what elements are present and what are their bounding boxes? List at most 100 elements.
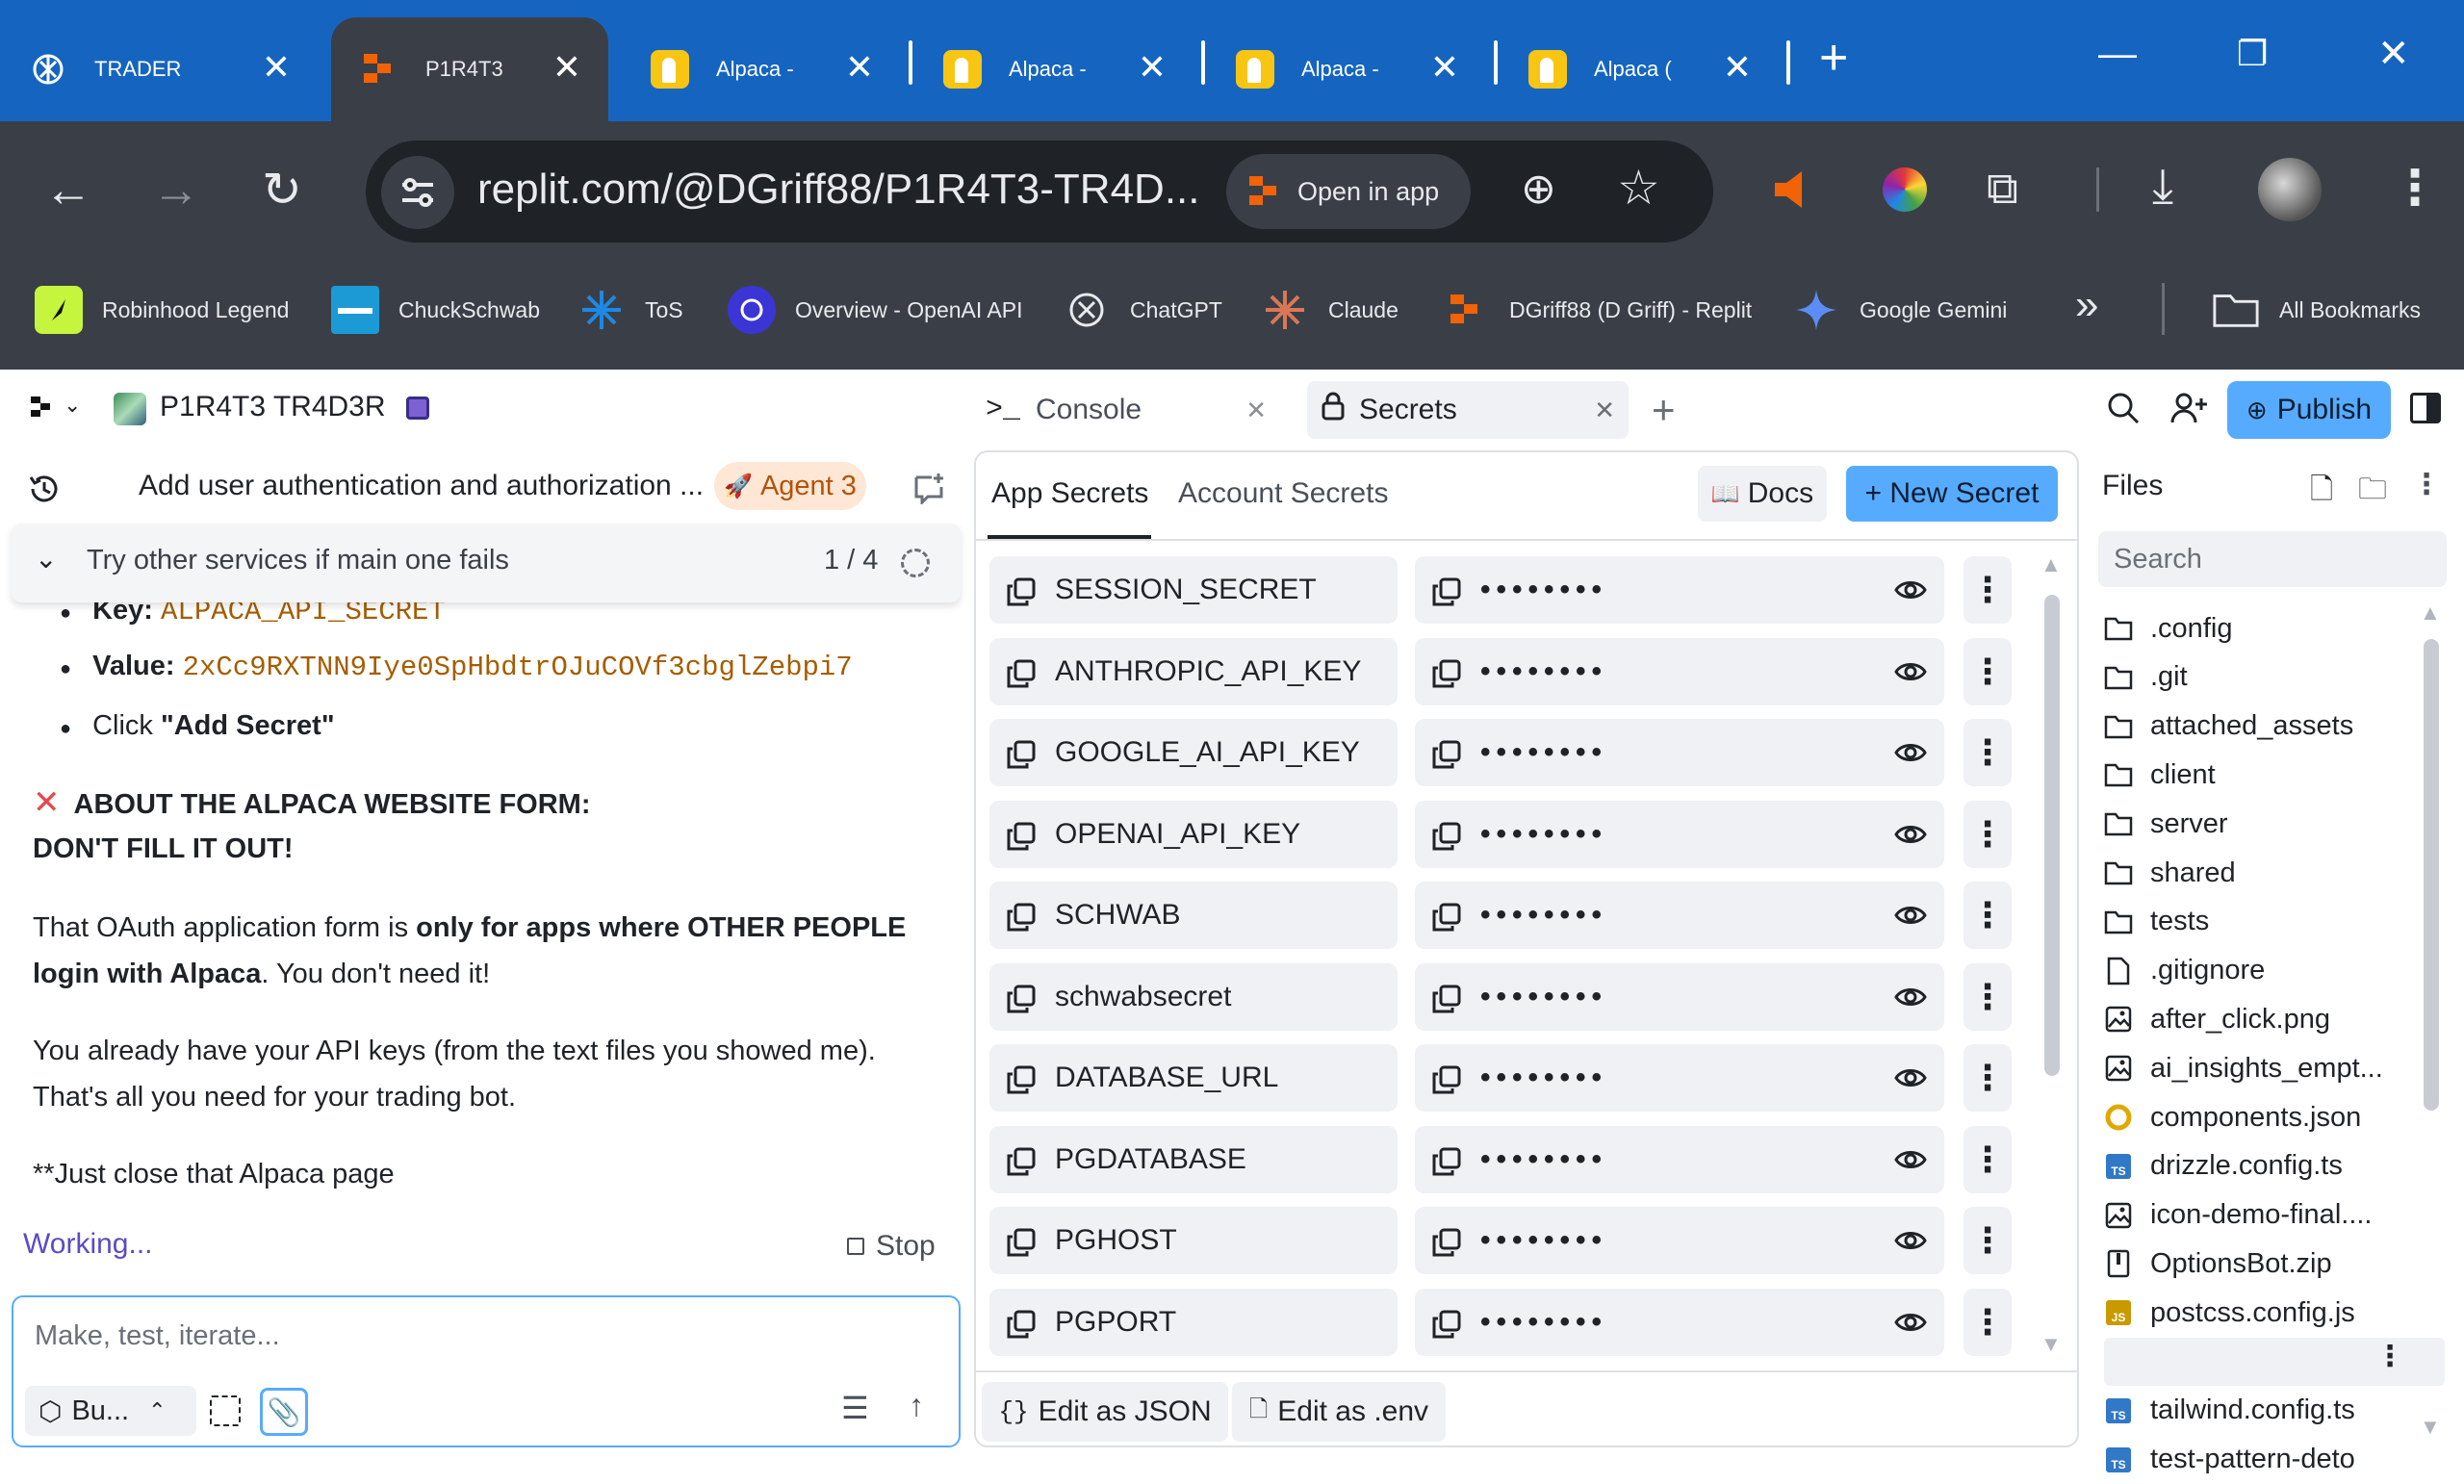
eye-icon[interactable] <box>1894 901 1927 930</box>
secret-value[interactable]: •••••••• <box>1415 1044 1944 1112</box>
eye-icon[interactable] <box>1894 1226 1927 1255</box>
file-tree-item[interactable]: TS test-pattern-deto <box>2104 1436 2431 1484</box>
copy-icon[interactable] <box>1007 1065 1036 1094</box>
zoom-icon[interactable]: ⊕ <box>1521 166 1556 214</box>
chat-input-box[interactable]: Make, test, iterate... ⬡ Bu... ⌃ 📎 ☰ ↑ <box>12 1295 961 1447</box>
bookmark-robinhood[interactable]: Robinhood Legend <box>35 250 289 370</box>
copy-icon[interactable] <box>1432 985 1461 1013</box>
close-icon[interactable]: ✕ <box>1430 50 1459 85</box>
project-name[interactable]: P1R4T3 TR4D3R <box>160 391 386 423</box>
browser-tab[interactable]: Alpaca ( ✕ <box>1500 17 1779 121</box>
file-options-icon[interactable]: ⋮ <box>2375 1340 2404 1373</box>
bookmark-gemini[interactable]: Google Gemini <box>1792 250 2007 370</box>
browser-tab-active[interactable]: P1R4T3 ✕ <box>331 17 608 121</box>
select-element-icon[interactable] <box>210 1395 241 1426</box>
search-icon[interactable] <box>2106 391 2141 425</box>
secret-value[interactable]: •••••••• <box>1415 882 1944 949</box>
file-tree-item[interactable]: TS tailwind.config.ts <box>2104 1387 2431 1435</box>
file-tree-item[interactable]: ai_insights_empt... <box>2104 1044 2431 1092</box>
secret-menu-icon[interactable]: ⋮ <box>1964 1288 2012 1356</box>
file-tree-item[interactable]: icon-demo-final.... <box>2104 1191 2431 1240</box>
bookmark-star-icon[interactable]: ☆ <box>1617 164 1660 212</box>
copy-icon[interactable] <box>1007 822 1036 851</box>
secret-key[interactable]: SCHWAB <box>989 882 1398 949</box>
stop-button[interactable]: Stop <box>847 1230 936 1263</box>
secret-key[interactable]: OPENAI_API_KEY <box>989 800 1398 868</box>
edit-as-json-button[interactable]: {} Edit as JSON <box>982 1382 1228 1442</box>
file-search-input[interactable]: Search <box>2098 531 2447 587</box>
eye-icon[interactable] <box>1894 576 1927 604</box>
secret-key[interactable]: ANTHROPIC_API_KEY <box>989 637 1398 705</box>
secret-menu-icon[interactable]: ⋮ <box>1964 556 2012 624</box>
close-icon[interactable]: ✕ <box>262 50 291 85</box>
copy-icon[interactable] <box>1432 740 1461 769</box>
agent-badge[interactable]: 🚀 Agent 3 <box>714 462 866 510</box>
close-icon[interactable]: ✕ <box>1245 396 1267 425</box>
files-scrollbar[interactable]: ▲ ▼ <box>2418 601 2447 1447</box>
checkpoint-card[interactable]: ⌄ Try other services if main one fails 1… <box>12 524 961 602</box>
files-menu-icon[interactable]: ⋮ <box>2412 468 2441 501</box>
edit-as-env-button[interactable]: 🗋 Edit as .env <box>1232 1382 1446 1442</box>
file-tree-item[interactable]: JS postcss.config.js <box>2104 1289 2431 1337</box>
window-close-icon[interactable]: ✕ <box>2377 35 2410 73</box>
bookmark-openai-api[interactable]: Overview - OpenAI API <box>728 250 1022 370</box>
eye-icon[interactable] <box>1894 1063 1927 1092</box>
copy-icon[interactable] <box>1007 577 1036 606</box>
eye-icon[interactable] <box>1894 820 1927 849</box>
copy-icon[interactable] <box>1432 1147 1461 1176</box>
secret-key[interactable]: PGDATABASE <box>989 1125 1398 1193</box>
close-icon[interactable]: ✕ <box>1138 50 1167 85</box>
browser-tab[interactable]: TRADER ✕ <box>0 17 318 121</box>
secret-menu-icon[interactable]: ⋮ <box>1964 800 2012 868</box>
new-chat-icon[interactable] <box>912 472 945 506</box>
extension-color-icon[interactable] <box>1883 167 1927 212</box>
file-tree-item[interactable]: TS drizzle.config.ts <box>2104 1142 2431 1190</box>
mode-selector[interactable]: ⬡ Bu... ⌃ <box>25 1386 196 1436</box>
tab-console[interactable]: >_ Console ✕ <box>982 381 1280 439</box>
copy-icon[interactable] <box>1432 659 1461 688</box>
secret-menu-icon[interactable]: ⋮ <box>1964 719 2012 786</box>
secret-value[interactable]: •••••••• <box>1415 1207 1944 1274</box>
minimize-icon[interactable]: — <box>2098 35 2137 73</box>
chevron-down-icon[interactable]: ⌄ <box>64 393 81 418</box>
close-icon[interactable]: ✕ <box>1594 396 1615 425</box>
secrets-scrollbar[interactable]: ▲ ▼ <box>2039 552 2067 1361</box>
url-text[interactable]: replit.com/@DGriff88/P1R4T3-TR4D... <box>477 166 1200 214</box>
secret-menu-icon[interactable]: ⋮ <box>1964 637 2012 705</box>
copy-icon[interactable] <box>1432 1228 1461 1257</box>
publish-button[interactable]: ⊕ Publish <box>2227 381 2391 439</box>
chat-input-placeholder[interactable]: Make, test, iterate... <box>35 1320 280 1352</box>
browser-tab[interactable]: Alpaca - ✕ <box>914 17 1194 121</box>
eye-icon[interactable] <box>1894 657 1927 686</box>
eye-icon[interactable] <box>1894 983 1927 1011</box>
bookmark-replit[interactable]: DGriff88 (D Griff) - Replit <box>1442 250 1752 370</box>
open-in-app-button[interactable]: Open in app <box>1226 154 1471 229</box>
file-tree-item[interactable]: shared <box>2104 849 2431 897</box>
profile-avatar[interactable] <box>2258 158 2322 221</box>
browser-menu-icon[interactable]: ⋮ <box>2391 164 2439 212</box>
reload-icon[interactable]: ↻ <box>262 166 302 214</box>
file-tree-item[interactable]: tests <box>2104 898 2431 946</box>
new-secret-button[interactable]: + New Secret <box>1846 466 2058 522</box>
bookmark-claude[interactable]: Claude <box>1261 250 1399 370</box>
copy-icon[interactable] <box>1007 1147 1036 1176</box>
secret-menu-icon[interactable]: ⋮ <box>1964 1125 2012 1193</box>
secret-key[interactable]: SESSION_SECRET <box>989 556 1398 624</box>
settings-sliders-icon[interactable]: ☰ <box>841 1390 869 1426</box>
copy-icon[interactable] <box>1432 1065 1461 1094</box>
copy-icon[interactable] <box>1007 1228 1036 1257</box>
copy-icon[interactable] <box>1007 659 1036 688</box>
new-folder-icon[interactable]: 🗀 <box>2358 468 2387 517</box>
eye-icon[interactable] <box>1894 1308 1927 1337</box>
file-tree-item[interactable]: OptionsBot.zip <box>2104 1240 2431 1288</box>
thread-title[interactable]: Add user authentication and authorizatio… <box>139 470 704 502</box>
file-tree-item[interactable]: components.json <box>2104 1093 2431 1141</box>
secret-menu-icon[interactable]: ⋮ <box>1964 962 2012 1031</box>
secret-key[interactable]: PGPORT <box>989 1288 1398 1356</box>
file-tree-item[interactable]: .git <box>2104 653 2431 702</box>
file-tree-item[interactable]: server <box>2104 800 2431 848</box>
history-icon[interactable] <box>27 472 62 506</box>
secret-value[interactable]: •••••••• <box>1415 1125 1944 1193</box>
all-bookmarks[interactable]: All Bookmarks <box>2212 250 2421 370</box>
attach-icon[interactable]: 📎 <box>260 1388 308 1436</box>
